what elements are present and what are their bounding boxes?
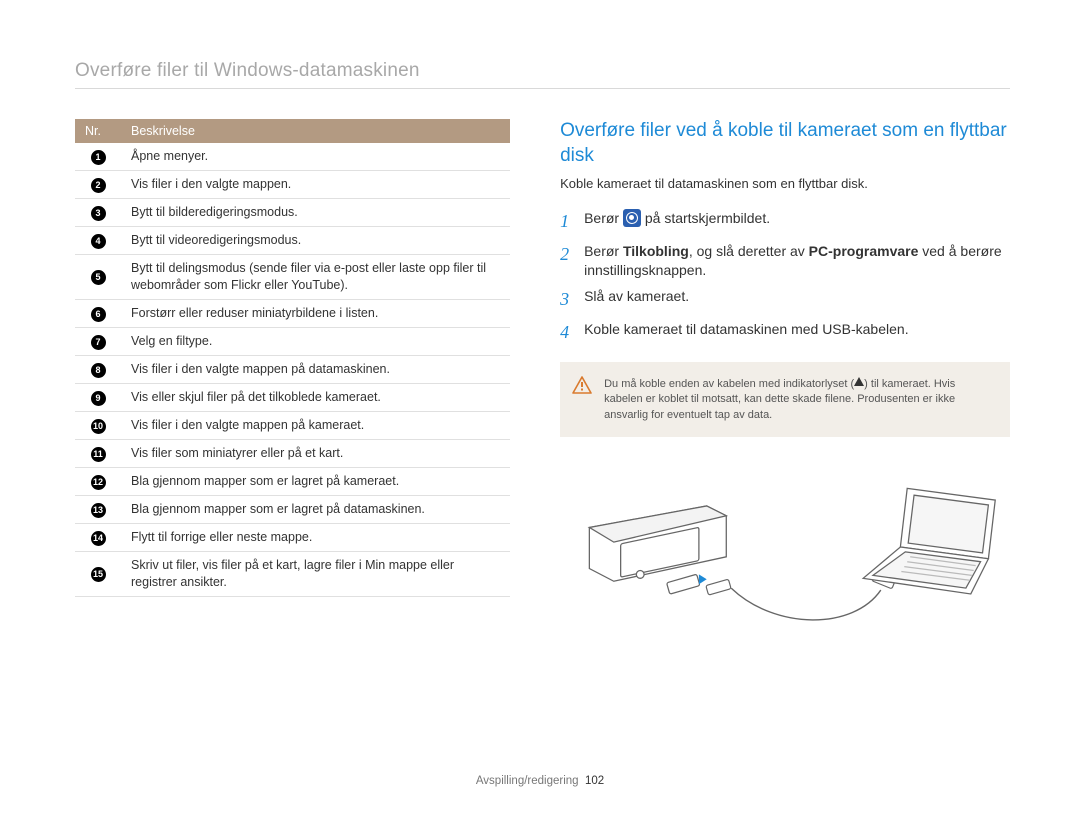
- row-number-badge: 5: [91, 270, 106, 285]
- section-title: Overføre filer ved å koble til kameraet …: [560, 119, 1010, 168]
- table-row: 11 Vis filer som miniatyrer eller på et k…: [75, 439, 510, 467]
- row-number-badge: 15: [91, 567, 106, 582]
- row-description: Vis eller skjul filer på det tilkoblede …: [121, 383, 510, 411]
- step-number: 3: [560, 287, 574, 311]
- row-number-badge: 11: [91, 447, 106, 462]
- row-number-badge: 13: [91, 503, 106, 518]
- row-description: Forstørr eller reduser miniatyrbildene i…: [121, 299, 510, 327]
- settings-icon: [623, 209, 641, 227]
- row-number-badge: 14: [91, 531, 106, 546]
- row-description: Vis filer som miniatyrer eller på et kar…: [121, 439, 510, 467]
- warning-note: Du må koble enden av kabelen med indikat…: [560, 362, 1010, 437]
- left-column: Nr. Beskrivelse 1 Åpne menyer. 2 Vis filer …: [75, 119, 510, 640]
- triangle-arrow-icon: [854, 376, 864, 391]
- page-footer: Avspilling/redigering 102: [0, 775, 1080, 787]
- row-description: Vis filer i den valgte mappen på kamerae…: [121, 411, 510, 439]
- row-number-badge: 12: [91, 475, 106, 490]
- row-description: Vis filer i den valgte mappen på datamas…: [121, 355, 510, 383]
- step-number: 4: [560, 320, 574, 344]
- connection-illustration: [560, 459, 1010, 635]
- table-row: 6 Forstørr eller reduser miniatyrbildene …: [75, 299, 510, 327]
- row-number-badge: 10: [91, 419, 106, 434]
- table-row: 3 Bytt til bilderedigeringsmodus.: [75, 199, 510, 227]
- table-row: 12 Bla gjennom mapper som er lagret på ka…: [75, 467, 510, 495]
- intro-text: Koble kameraet til datamaskinen som en f…: [560, 176, 1010, 191]
- step-2: Berør Tilkobling, og slå deretter av PC-…: [584, 242, 1010, 280]
- table-row: 5 Bytt til delingsmodus (sende filer via …: [75, 255, 510, 300]
- step-3: Slå av kameraet.: [584, 287, 1010, 311]
- step-number: 1: [560, 209, 574, 233]
- row-number-badge: 2: [91, 178, 106, 193]
- row-number-badge: 8: [91, 363, 106, 378]
- row-description: Vis filer i den valgte mappen.: [121, 171, 510, 199]
- row-description: Bytt til delingsmodus (sende filer via e…: [121, 255, 510, 300]
- row-number-badge: 6: [91, 307, 106, 322]
- table-row: 14 Flytt til forrige eller neste mappe.: [75, 523, 510, 551]
- row-number-badge: 4: [91, 234, 106, 249]
- warning-icon: [572, 376, 592, 399]
- row-description: Bytt til videoredigeringsmodus.: [121, 227, 510, 255]
- table-header-nr: Nr.: [75, 119, 121, 143]
- row-description: Bla gjennom mapper som er lagret på kame…: [121, 467, 510, 495]
- footer-section: Avspilling/redigering: [476, 775, 579, 787]
- row-description: Bytt til bilderedigeringsmodus.: [121, 199, 510, 227]
- row-description: Bla gjennom mapper som er lagret på data…: [121, 495, 510, 523]
- row-description: Skriv ut filer, vis filer på et kart, la…: [121, 551, 510, 596]
- table-row: 1 Åpne menyer.: [75, 143, 510, 171]
- row-description: Åpne menyer.: [121, 143, 510, 171]
- table-row: 13 Bla gjennom mapper som er lagret på da…: [75, 495, 510, 523]
- page-title: Overføre filer til Windows-datamaskinen: [75, 60, 1010, 89]
- row-number-badge: 7: [91, 335, 106, 350]
- right-column: Overføre filer ved å koble til kameraet …: [560, 119, 1010, 640]
- table-row: 9 Vis eller skjul filer på det tilkoblede…: [75, 383, 510, 411]
- table-row: 2 Vis filer i den valgte mappen.: [75, 171, 510, 199]
- table-row: 15 Skriv ut filer, vis filer på et kart, …: [75, 551, 510, 596]
- step-number: 2: [560, 242, 574, 280]
- step-4: Koble kameraet til datamaskinen med USB-…: [584, 320, 1010, 344]
- description-table: Nr. Beskrivelse 1 Åpne menyer. 2 Vis filer …: [75, 119, 510, 597]
- step-1: Berør på startskjermbildet.: [584, 209, 1010, 233]
- table-header-desc: Beskrivelse: [121, 119, 510, 143]
- table-row: 8 Vis filer i den valgte mappen på datama…: [75, 355, 510, 383]
- table-row: 10 Vis filer i den valgte mappen på kamer…: [75, 411, 510, 439]
- table-row: 7 Velg en filtype.: [75, 327, 510, 355]
- row-number-badge: 3: [91, 206, 106, 221]
- row-number-badge: 9: [91, 391, 106, 406]
- table-row: 4 Bytt til videoredigeringsmodus.: [75, 227, 510, 255]
- steps-list: 1 Berør på startskjermbildet. 2 Berør Ti…: [560, 209, 1010, 344]
- page-number: 102: [585, 775, 604, 787]
- row-number-badge: 1: [91, 150, 106, 165]
- row-description: Flytt til forrige eller neste mappe.: [121, 523, 510, 551]
- row-description: Velg en filtype.: [121, 327, 510, 355]
